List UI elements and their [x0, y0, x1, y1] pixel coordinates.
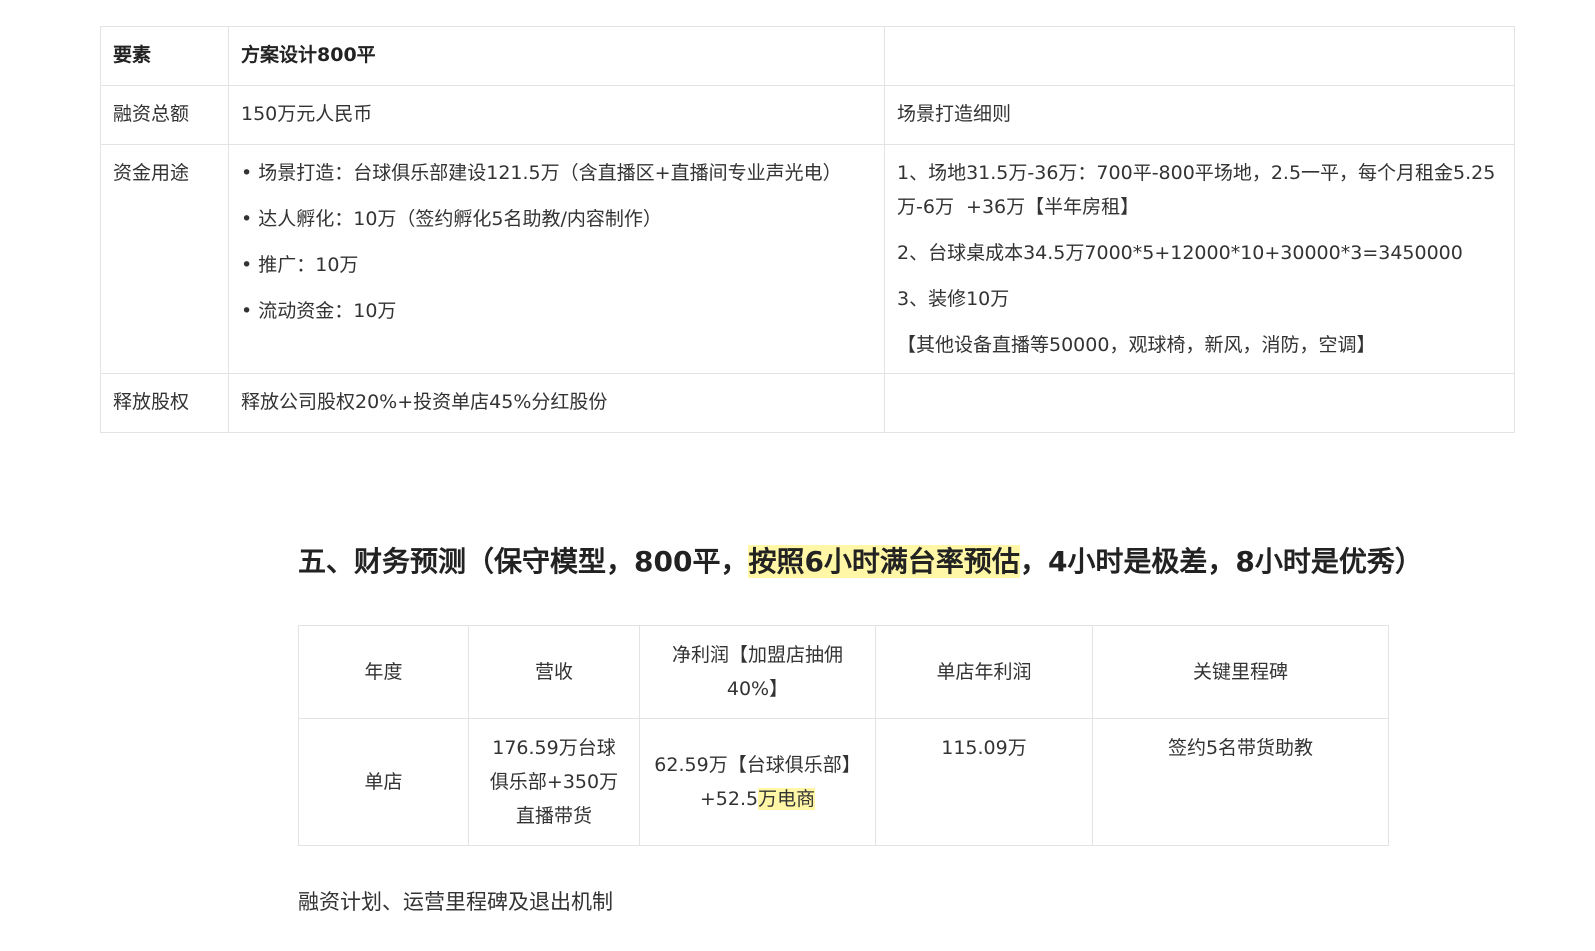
fund-use-list: 场景打造：台球俱乐部建设121.5万（含直播区+直播间专业声光电） 达人孵化：1…: [228, 144, 885, 374]
equity-detail-empty: [884, 373, 1515, 433]
scene-detail-item: 1、场地31.5万-36万：700平-800平场地，2.5一平，每个月租金5.2…: [897, 162, 1496, 218]
equity-value: 释放公司股权20%+投资单店45%分红股份: [228, 373, 885, 433]
header-store-profit: 单店年利润: [875, 625, 1093, 719]
header-cell-empty: [884, 26, 1515, 86]
header-milestone: 关键里程碑: [1092, 625, 1389, 719]
header-cell-plan: 方案设计800平: [228, 26, 885, 86]
section-heading-financial-forecast: 五、财务预测（保守模型，800平，按照6小时满台率预估，4小时是极差，8小时是优…: [298, 538, 1423, 586]
financial-forecast-table: 年度 营收 净利润【加盟店抽佣40%】 单店年利润 关键里程碑 单店 176.5…: [298, 625, 1389, 846]
heading-text-pre: 五、财务预测（保守模型，800平，: [298, 545, 749, 578]
row-label-equity: 释放股权: [100, 373, 229, 433]
funding-table-header-row: 要素 方案设计800平: [100, 26, 1515, 86]
fund-use-row: 资金用途 场景打造：台球俱乐部建设121.5万（含直播区+直播间专业声光电） 达…: [100, 144, 1515, 374]
scene-detail-title: 场景打造细则: [884, 85, 1515, 145]
fund-use-item: 流动资金：10万: [241, 294, 872, 328]
next-section-heading: 融资计划、运营里程碑及退出机制: [298, 890, 613, 914]
scene-detail-item: 【其他设备直播等50000，观球椅，新风，消防，空调】: [897, 334, 1376, 356]
equity-row: 释放股权 释放公司股权20%+投资单店45%分红股份: [100, 373, 1515, 433]
cell-store-profit: 115.09万: [875, 718, 1093, 846]
heading-highlight: 按照6小时满台率预估: [748, 545, 1020, 578]
row-label-uses: 资金用途: [100, 144, 229, 374]
fund-use-item: 达人孵化：10万（签约孵化5名助教/内容制作）: [241, 202, 872, 236]
forecast-data-row: 单店 176.59万台球俱乐部+350万直播带货 62.59万【台球俱乐部】+5…: [298, 718, 1389, 846]
scene-detail-list: 1、场地31.5万-36万：700平-800平场地，2.5一平，每个月租金5.2…: [884, 144, 1515, 374]
header-cell-element: 要素: [100, 26, 229, 86]
heading-text-post: ，4小时是极差，8小时是优秀）: [1019, 545, 1423, 578]
cell-revenue: 176.59万台球俱乐部+350万直播带货: [468, 718, 640, 846]
fund-use-item: 推广：10万: [241, 248, 872, 282]
header-net-profit: 净利润【加盟店抽佣40%】: [639, 625, 876, 719]
net-profit-highlight: 万电商: [758, 788, 816, 810]
cell-year: 单店: [298, 718, 469, 846]
header-revenue: 营收: [468, 625, 640, 719]
scene-detail-item: 2、台球桌成本34.5万7000*5+12000*10+30000*3=3450…: [897, 242, 1463, 264]
cell-milestone: 签约5名带货助教: [1092, 718, 1389, 846]
scene-detail-item: 3、装修10万: [897, 288, 1010, 310]
cell-net-profit: 62.59万【台球俱乐部】+52.5万电商: [639, 718, 876, 846]
fund-use-item: 场景打造：台球俱乐部建设121.5万（含直播区+直播间专业声光电）: [241, 156, 872, 190]
header-year: 年度: [298, 625, 469, 719]
forecast-header-row: 年度 营收 净利润【加盟店抽佣40%】 单店年利润 关键里程碑: [298, 625, 1389, 719]
row-label-total: 融资总额: [100, 85, 229, 145]
funding-total-value: 150万元人民币: [228, 85, 885, 145]
funding-total-row: 融资总额 150万元人民币 场景打造细则: [100, 85, 1515, 145]
funding-plan-table: 要素 方案设计800平 融资总额 150万元人民币 场景打造细则 资金用途 场景…: [100, 26, 1515, 433]
